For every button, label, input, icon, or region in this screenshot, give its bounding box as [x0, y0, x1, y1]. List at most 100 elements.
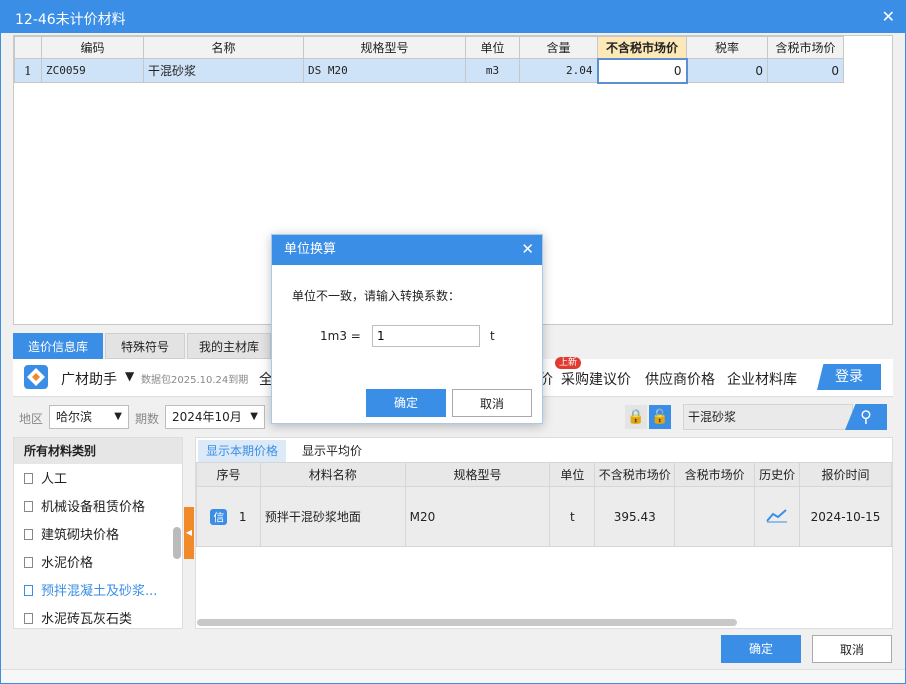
col-spec[interactable]: 规格型号: [303, 36, 466, 59]
login-button[interactable]: 登录: [817, 364, 881, 390]
col-no[interactable]: 序号: [196, 462, 261, 487]
tab-special-symbols[interactable]: 特殊符号: [105, 333, 185, 359]
conversion-factor-input[interactable]: [372, 325, 480, 347]
new-badge: 上新: [555, 357, 582, 369]
cell-history: [754, 486, 801, 547]
chevron-down-icon: ▼: [250, 411, 258, 422]
nav-item-supplier[interactable]: 供应商价格: [645, 369, 715, 389]
cell-price-in: [674, 486, 756, 547]
period-label: 期数: [135, 412, 160, 426]
category-item[interactable]: 机械设备租赁价格: [24, 495, 145, 521]
title-bar: 12-46未计价材料 ✕: [1, 1, 905, 33]
cell-tax[interactable]: 0: [686, 58, 768, 83]
category-item[interactable]: 建筑砌块价格: [24, 523, 119, 549]
category-label: 水泥价格: [41, 556, 94, 571]
col-spec[interactable]: 规格型号: [404, 462, 551, 487]
category-item[interactable]: 水泥价格: [24, 551, 93, 577]
brand-logo-icon: [24, 365, 48, 389]
category-label: 预拌混凝土及砂浆...: [41, 584, 158, 599]
col-history[interactable]: 历史价: [754, 462, 801, 487]
price-panel: 显示本期价格 显示平均价 序号 材料名称 规格型号 单位 不含税市场价 含税市场…: [195, 437, 893, 629]
col-tax[interactable]: 税率: [686, 36, 768, 59]
cell-no: 信 1: [196, 486, 261, 547]
region-value: 哈尔滨: [56, 410, 93, 424]
category-label: 人工: [41, 472, 68, 487]
col-material-name[interactable]: 材料名称: [259, 462, 406, 487]
unlock-icon[interactable]: 🔓: [649, 405, 671, 429]
conversion-to-unit: t: [490, 329, 495, 343]
window-title: 12-46未计价材料: [15, 12, 126, 28]
document-icon: [24, 613, 33, 624]
row-number: 1: [14, 58, 42, 83]
row-number-header: [14, 36, 42, 59]
status-strip: [1, 669, 905, 683]
cell-material-name: 预拌干混砂浆地面: [259, 486, 406, 547]
tab-price-info[interactable]: 造价信息库: [13, 333, 103, 359]
category-item[interactable]: 人工: [24, 467, 67, 493]
region-select[interactable]: 哈尔滨 ▼: [49, 405, 129, 429]
dialog-cancel-button[interactable]: 取消: [452, 389, 532, 417]
unit-conversion-dialog: 单位换算 ✕ 单位不一致，请输入转换系数： 1m3 = t 确定 取消: [271, 234, 543, 424]
col-price-ex[interactable]: 不含税市场价: [594, 462, 676, 487]
tab-average-price[interactable]: 显示平均价: [294, 440, 370, 462]
col-price-in[interactable]: 含税市场价: [767, 36, 844, 59]
document-icon: [24, 473, 33, 484]
cell-price-in[interactable]: 0: [767, 58, 844, 83]
chevron-down-icon[interactable]: ▼: [125, 369, 134, 383]
lock-icon[interactable]: 🔒: [625, 405, 647, 429]
category-item-selected[interactable]: 预拌混凝土及砂浆...: [24, 579, 157, 605]
close-icon[interactable]: ✕: [521, 240, 534, 258]
col-quote-time[interactable]: 报价时间: [799, 462, 892, 487]
category-label: 水泥砖瓦灰石类: [41, 612, 133, 627]
material-table: 编码 名称 规格型号 单位 含量 不含税市场价 税率 含税市场价 1 ZC005…: [14, 36, 844, 84]
package-expiry: 数据包2025.10.24到期: [141, 375, 249, 386]
category-panel: 所有材料类别 人工 机械设备租赁价格 建筑砌块价格 水泥价格 预拌混凝土及砂浆.…: [13, 437, 183, 629]
col-name[interactable]: 名称: [143, 36, 304, 59]
tab-my-materials[interactable]: 我的主材库: [187, 333, 271, 359]
ok-button[interactable]: 确定: [721, 635, 801, 663]
cell-spec[interactable]: DS M20: [303, 58, 466, 83]
cell-spec: M20: [404, 486, 551, 547]
horizontal-scrollbar[interactable]: [197, 619, 737, 626]
price-table: 序号 材料名称 规格型号 单位 不含税市场价 含税市场价 历史价 报价时间 信 …: [196, 462, 892, 547]
collapse-handle-icon[interactable]: ◀: [184, 507, 194, 559]
tab-current-price[interactable]: 显示本期价格: [198, 440, 287, 462]
region-label: 地区: [19, 412, 44, 426]
col-code[interactable]: 编码: [41, 36, 144, 59]
dialog-ok-button[interactable]: 确定: [366, 389, 446, 417]
cancel-button[interactable]: 取消: [812, 635, 892, 663]
col-unit[interactable]: 单位: [465, 36, 520, 59]
cell-name[interactable]: 干混砂浆: [143, 58, 304, 83]
search-input[interactable]: 干混砂浆: [683, 404, 853, 430]
cell-quote-time: 2024-10-15: [799, 486, 892, 547]
col-price-in[interactable]: 含税市场价: [674, 462, 756, 487]
conversion-from-label: 1m3 =: [320, 329, 361, 343]
cell-price-ex-input[interactable]: 0: [596, 57, 688, 84]
dialog-title: 单位换算: [272, 235, 542, 265]
brand-name[interactable]: 广材助手: [61, 369, 117, 389]
category-item[interactable]: 水泥砖瓦灰石类: [24, 607, 132, 633]
col-price-ex[interactable]: 不含税市场价: [597, 36, 687, 59]
trend-chart-icon[interactable]: [766, 507, 788, 523]
category-header[interactable]: 所有材料类别: [14, 438, 182, 464]
main-window: 12-46未计价材料 ✕ 编码 名称 规格型号 单位 含量 不含税市场价 税率 …: [0, 0, 906, 684]
category-scrollbar[interactable]: [173, 527, 181, 559]
nav-item-enterprise-lib[interactable]: 企业材料库: [727, 369, 797, 389]
cell-code[interactable]: ZC0059: [41, 58, 144, 83]
cell-unit: t: [549, 486, 596, 547]
period-select[interactable]: 2024年10月 ▼: [165, 405, 265, 429]
period-value: 2024年10月: [172, 410, 242, 424]
row-number: 1: [238, 509, 247, 524]
table-row[interactable]: 信 1 预拌干混砂浆地面 M20 t 395.43 2024-10-15: [196, 486, 892, 547]
nav-item-purchase-advice[interactable]: 采购建议价: [561, 369, 631, 389]
category-label: 机械设备租赁价格: [41, 500, 146, 515]
cell-qty[interactable]: 2.04: [519, 58, 598, 83]
document-icon: [24, 501, 33, 512]
cell-unit[interactable]: m3: [465, 58, 520, 83]
col-unit[interactable]: 单位: [549, 462, 596, 487]
table-row[interactable]: 1 ZC0059 干混砂浆 DS M20 m3 2.04 0 0 0: [14, 57, 844, 84]
document-icon: [24, 585, 33, 596]
col-qty[interactable]: 含量: [519, 36, 598, 59]
credit-badge: 信: [210, 508, 228, 525]
close-icon[interactable]: ✕: [882, 7, 895, 26]
